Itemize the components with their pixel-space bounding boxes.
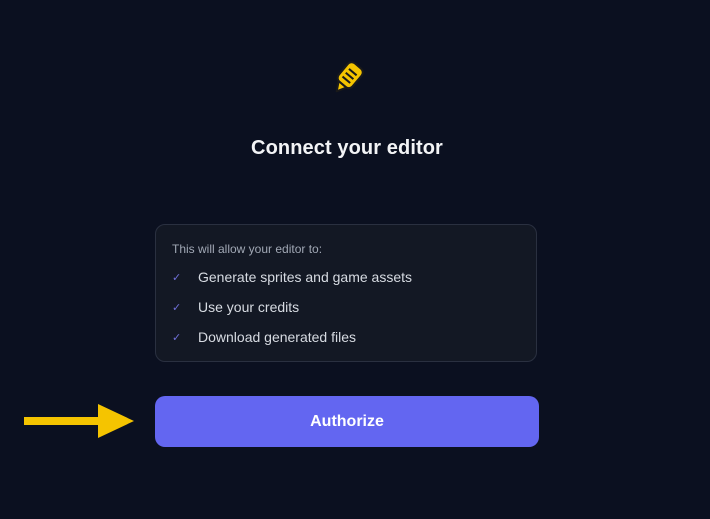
permission-label: Generate sprites and game assets	[198, 269, 413, 285]
permission-label: Download generated files	[198, 329, 356, 345]
check-icon: ✓	[172, 301, 182, 314]
permission-label: Use your credits	[198, 299, 300, 315]
check-icon: ✓	[172, 331, 182, 344]
permissions-panel: This will allow your editor to: ✓ Genera…	[155, 224, 537, 362]
permission-item: ✓ Generate sprites and game assets	[172, 267, 412, 287]
arrow-right-icon	[24, 404, 134, 438]
connect-editor-page: Connect your editor This will allow your…	[0, 0, 710, 519]
page-title: Connect your editor	[251, 137, 443, 159]
pencil-hash-icon	[335, 61, 364, 93]
authorize-button[interactable]: Authorize	[155, 396, 539, 447]
permission-item: ✓ Download generated files	[172, 327, 356, 347]
check-icon: ✓	[172, 271, 182, 284]
permissions-heading: This will allow your editor to:	[172, 242, 323, 256]
permission-item: ✓ Use your credits	[172, 297, 299, 317]
